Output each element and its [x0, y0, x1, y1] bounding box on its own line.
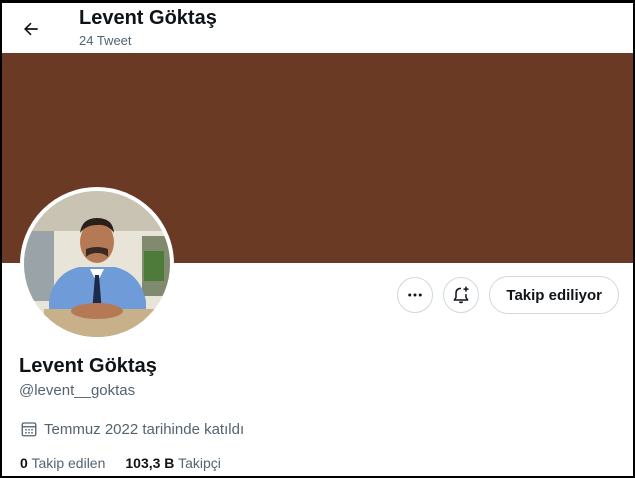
join-date-text: Temmuz 2022 tarihinde katıldı — [44, 420, 245, 438]
following-button[interactable]: Takip ediliyor — [489, 276, 619, 314]
back-button[interactable] — [14, 12, 48, 46]
top-bar: Levent Göktaş 24 Tweet — [2, 3, 633, 55]
followers-link[interactable]: 103,3 B Takipçi — [125, 455, 220, 471]
following-count: 0 — [20, 455, 28, 471]
header-name: Levent Göktaş — [79, 7, 217, 29]
avatar[interactable] — [20, 187, 174, 341]
profile-name: Levent Göktaş — [19, 355, 157, 377]
tweet-count: 24 Tweet — [79, 33, 132, 48]
profile-page: Levent Göktaş 24 Tweet Takip ediliyor Le… — [0, 0, 635, 478]
avatar-photo — [24, 191, 170, 337]
more-icon — [408, 293, 423, 297]
followers-label: Takipçi — [178, 455, 221, 471]
calendar-icon — [21, 422, 37, 437]
followers-count: 103,3 B — [125, 455, 175, 471]
arrow-left-icon — [24, 22, 38, 36]
follow-stats: 0 Takip edilen 103,3 B Takipçi — [20, 455, 221, 471]
more-button[interactable] — [397, 277, 434, 313]
profile-handle: @levent__goktas — [19, 382, 136, 399]
following-label: Takip edilen — [31, 455, 106, 471]
join-date: Temmuz 2022 tarihinde katıldı — [20, 420, 244, 438]
profile-actions: Takip ediliyor — [397, 276, 619, 314]
notifications-button[interactable] — [443, 277, 480, 313]
bell-plus-icon — [453, 286, 469, 304]
following-link[interactable]: 0 Takip edilen — [20, 455, 105, 471]
